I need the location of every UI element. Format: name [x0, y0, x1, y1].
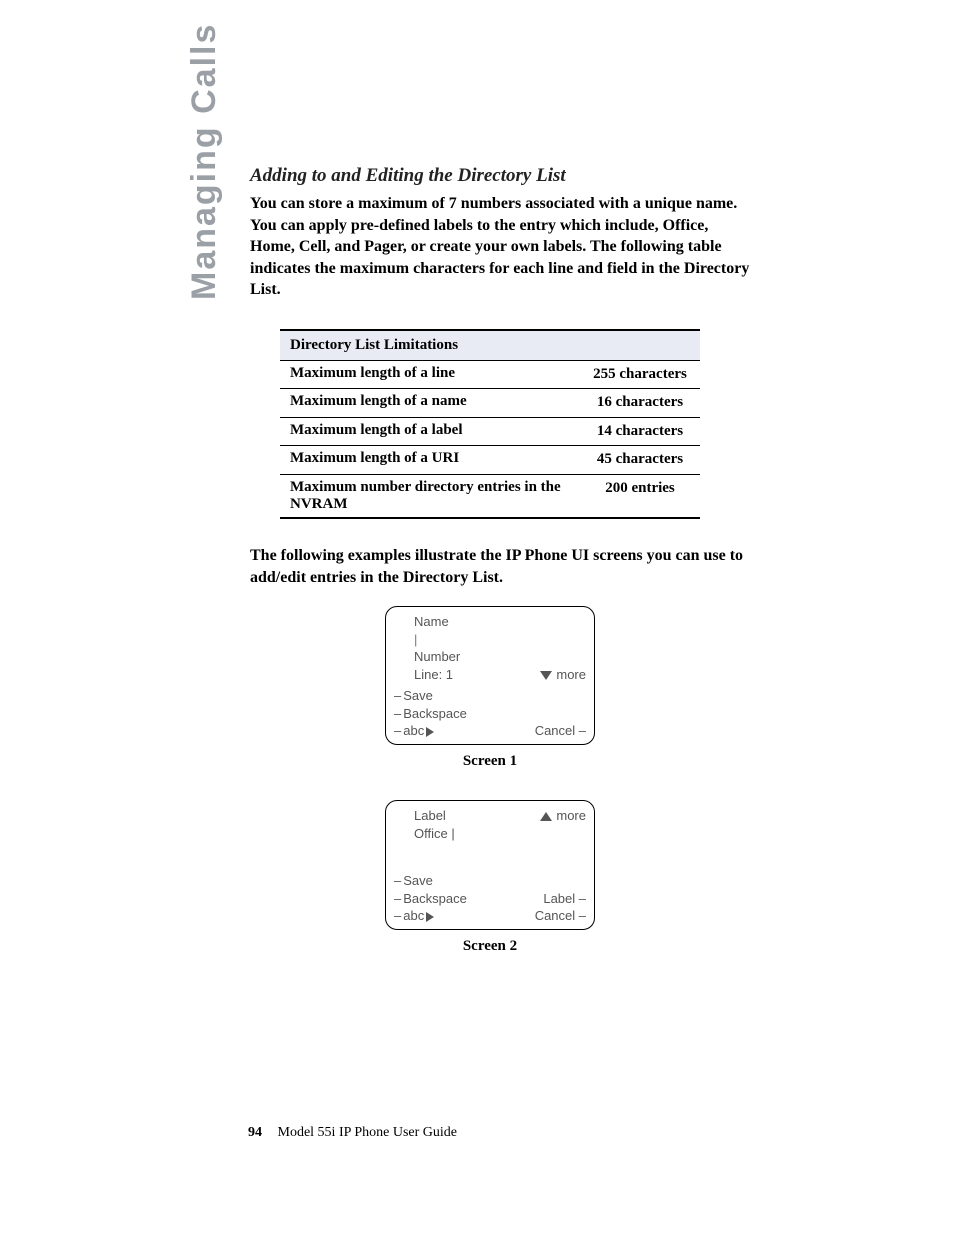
table-cell-value: 200 entries: [580, 474, 700, 518]
screen-examples: Name | Number Line: 1 more Save Backspac…: [280, 606, 700, 985]
table-cell-label: Maximum length of a name: [280, 389, 580, 418]
table-cell-label: Maximum number directory entries in the …: [280, 474, 580, 518]
screen1-number-label: Number: [394, 648, 586, 666]
intro-paragraph: You can store a maximum of 7 numbers ass…: [250, 193, 750, 301]
screen2-backspace-softkey: Backspace: [394, 890, 467, 908]
table-cell-value: 255 characters: [580, 360, 700, 389]
doc-title: Model 55i IP Phone User Guide: [278, 1125, 458, 1140]
screen1-cancel-softkey: Cancel: [535, 722, 586, 740]
table-cell-value: 45 characters: [580, 446, 700, 475]
screen1-caption: Screen 1: [463, 753, 517, 770]
screen2-office-value: Office |: [394, 825, 586, 843]
screen1-name-label: Name: [394, 613, 586, 631]
table-row: Maximum length of a line 255 characters: [280, 360, 700, 389]
table-cell-value: 14 characters: [580, 417, 700, 446]
table-cell-label: Maximum length of a URI: [280, 446, 580, 475]
screen1-more-text: more: [556, 667, 586, 682]
table-row: Maximum length of a URI 45 characters: [280, 446, 700, 475]
table-cell-label: Maximum length of a line: [280, 360, 580, 389]
table-cell-label: Maximum length of a label: [280, 417, 580, 446]
screen2-cancel-softkey: Cancel: [535, 907, 586, 925]
table-cell-value: 16 characters: [580, 389, 700, 418]
limitations-table: Directory List Limitations Maximum lengt…: [280, 329, 700, 519]
screen1-line-label: Line: 1: [394, 666, 453, 684]
screen2-more-text: more: [556, 808, 586, 823]
examples-paragraph: The following examples illustrate the IP…: [250, 545, 750, 588]
screen1-cursor: |: [394, 631, 586, 649]
table-header: Directory List Limitations: [280, 330, 700, 361]
page-footer: 94 Model 55i IP Phone User Guide: [248, 1125, 457, 1141]
triangle-down-icon: [540, 671, 552, 680]
screen1-more-area: more: [540, 666, 586, 684]
side-section-label: Managing Calls: [185, 23, 224, 300]
triangle-right-icon: [426, 912, 434, 922]
page-number: 94: [248, 1125, 262, 1140]
table-row: Maximum length of a label 14 characters: [280, 417, 700, 446]
triangle-right-icon: [426, 727, 434, 737]
section-heading: Adding to and Editing the Directory List: [250, 165, 884, 187]
triangle-up-icon: [540, 812, 552, 821]
screen1-backspace-softkey: Backspace: [394, 705, 586, 723]
screen2-label-softkey: Label: [543, 890, 586, 908]
screen2-save-softkey: Save: [394, 872, 586, 890]
phone-screen-1: Name | Number Line: 1 more Save Backspac…: [385, 606, 595, 745]
screen1-save-softkey: Save: [394, 687, 586, 705]
page-content: Adding to and Editing the Directory List…: [0, 0, 954, 985]
screen1-abc-softkey: abc: [394, 722, 434, 740]
table-row: Maximum length of a name 16 characters: [280, 389, 700, 418]
screen2-abc-softkey: abc: [394, 907, 434, 925]
screen2-caption: Screen 2: [463, 938, 517, 955]
screen2-more-area: more: [540, 807, 586, 825]
screen2-label-label: Label: [394, 807, 446, 825]
phone-screen-2: Label more Office | Save Backspace Label…: [385, 800, 595, 930]
table-header-row: Directory List Limitations: [280, 330, 700, 361]
table-row: Maximum number directory entries in the …: [280, 474, 700, 518]
